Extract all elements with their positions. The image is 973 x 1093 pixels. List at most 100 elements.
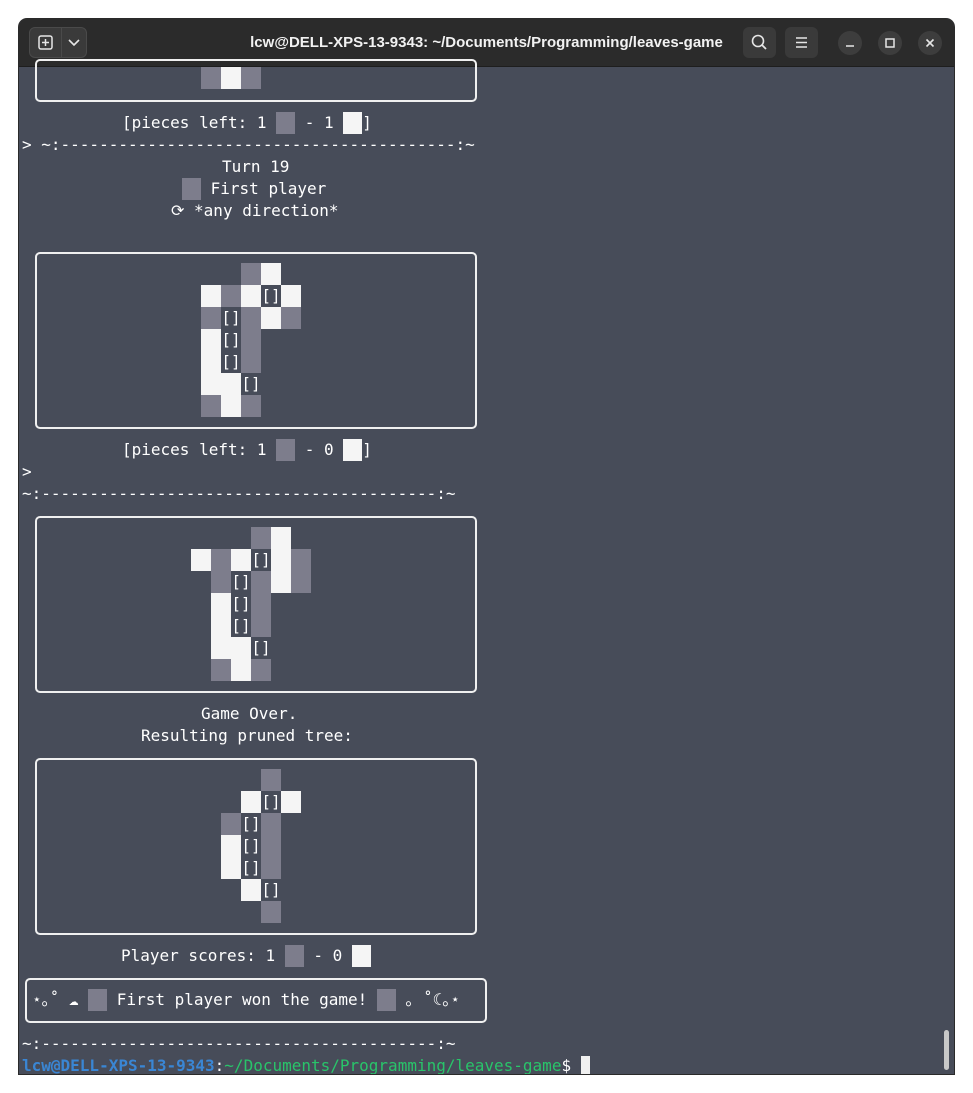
leaf-cell (211, 637, 231, 659)
leaf-cell (251, 571, 271, 593)
light-piece-swatch (351, 945, 371, 967)
dark-piece-swatch (376, 989, 396, 1011)
shell-prompt[interactable]: lcw@DELL-XPS-13-9343:~/Documents/Program… (22, 1055, 590, 1074)
hamburger-menu-icon (796, 37, 807, 48)
leaf-cell (211, 593, 231, 615)
leaf-cell (201, 395, 221, 417)
leaf-cell (211, 571, 231, 593)
leaf-cell (261, 835, 281, 857)
pruned-tree-label: Resulting pruned tree: (141, 726, 353, 745)
dark-piece-swatch (284, 945, 304, 967)
light-piece-swatch (343, 439, 363, 461)
leaf-cell (251, 593, 271, 615)
leaf-cell (201, 373, 221, 395)
selectable-marker: [] (231, 593, 251, 615)
leaf-cell (251, 659, 271, 681)
prompt-user-host: lcw@DELL-XPS-13-9343 (22, 1056, 215, 1074)
close-button[interactable] (918, 31, 942, 55)
search-button[interactable] (743, 27, 776, 58)
leaf-cell (291, 549, 311, 571)
pieces-left-line: [pieces left: 1 - 1 ] (122, 112, 372, 134)
prompt-dollar: $ (561, 1056, 581, 1074)
menu-button[interactable] (785, 27, 818, 58)
pieces-left-close: ] (362, 113, 372, 132)
maximize-button[interactable] (878, 31, 902, 55)
leaf-cell (241, 329, 261, 351)
selectable-marker: [] (221, 351, 241, 373)
selectable-marker: [] (231, 571, 251, 593)
decoration-right: ｡ ˚☾｡⋆ (395, 990, 461, 1009)
leaf-cell (201, 329, 221, 351)
leaf-cell (221, 395, 241, 417)
text-cursor (580, 1056, 590, 1074)
leaf-cell (241, 263, 261, 285)
leaf-cell (241, 791, 261, 813)
minimize-icon (846, 45, 854, 47)
direction-label: ⟳ *any direction* (171, 201, 339, 220)
selectable-marker: [] (221, 307, 241, 329)
leaf-cell (221, 857, 241, 879)
maximize-icon (885, 38, 895, 48)
leaf-cell (261, 901, 281, 923)
pieces-left-separator: - 1 (295, 113, 344, 132)
selectable-marker: [] (241, 373, 261, 395)
selectable-marker: [] (251, 637, 271, 659)
leaf-cell (231, 549, 251, 571)
leaf-cell (221, 813, 241, 835)
leaf-cell (221, 285, 241, 307)
selectable-marker: [] (241, 813, 261, 835)
light-piece-swatch (343, 112, 363, 134)
leaf-cell (261, 263, 281, 285)
leaf-cell (241, 879, 261, 901)
prompt-colon: : (214, 1056, 225, 1074)
terminal-window: lcw@DELL-XPS-13-9343: ~/Documents/Progra… (19, 19, 954, 1074)
leaf-cell (201, 351, 221, 373)
leaf-cell (241, 395, 261, 417)
scores-separator: - 0 (303, 946, 352, 965)
leaf-cell (201, 285, 221, 307)
selectable-marker: [] (231, 615, 251, 637)
leaf-cell (261, 857, 281, 879)
search-icon (751, 34, 767, 50)
pieces-left-line: [pieces left: 1 - 0 ] (122, 439, 372, 461)
decoration-left: ⋆｡˚ ☁ (32, 990, 89, 1009)
selectable-marker: [] (261, 879, 281, 901)
input-prompt: > (22, 462, 32, 481)
pieces-left-text: [pieces left: 1 (122, 113, 277, 132)
leaf-cell (241, 307, 261, 329)
leaf-cell (251, 615, 271, 637)
selectable-marker: [] (241, 857, 261, 879)
winner-text: First player won the game! (107, 990, 377, 1009)
pieces-left-separator: - 0 (295, 440, 344, 459)
terminal-output[interactable]: [pieces left: 1 - 1 ] > ~:--------------… (19, 59, 954, 1074)
pieces-left-close: ] (362, 440, 372, 459)
leaf-cell (261, 307, 281, 329)
winner-banner: ⋆｡˚ ☁ First player won the game! ｡ ˚☾｡⋆ (32, 989, 460, 1011)
leaf-cell (241, 67, 261, 89)
selectable-marker: [] (261, 791, 281, 813)
leaf-cell (271, 571, 291, 593)
game-over-label: Game Over. (201, 704, 298, 723)
leaf-cell (221, 835, 241, 857)
leaf-cell (241, 285, 261, 307)
player-scores-line: Player scores: 1 - 0 (121, 945, 371, 967)
pieces-left-text: [pieces left: 1 (122, 440, 277, 459)
prompt-path: ~/Documents/Programming/leaves-game (224, 1056, 562, 1074)
leaf-cell (211, 659, 231, 681)
minimize-button[interactable] (838, 31, 862, 55)
selectable-marker: [] (241, 835, 261, 857)
leaf-cell (231, 659, 251, 681)
leaf-cell (261, 769, 281, 791)
selectable-marker: [] (261, 285, 281, 307)
selectable-marker: [] (221, 329, 241, 351)
leaf-cell (201, 307, 221, 329)
turn-label: Turn 19 (222, 157, 290, 176)
separator-line: > ~:------------------------------------… (22, 135, 475, 154)
leaf-cell (281, 791, 301, 813)
separator-line: ~:--------------------------------------… (22, 484, 456, 503)
close-icon (925, 38, 935, 48)
leaf-cell (261, 813, 281, 835)
scrollbar-thumb[interactable] (944, 1030, 949, 1070)
current-player-line: First player (182, 178, 326, 200)
leaf-cell (231, 637, 251, 659)
